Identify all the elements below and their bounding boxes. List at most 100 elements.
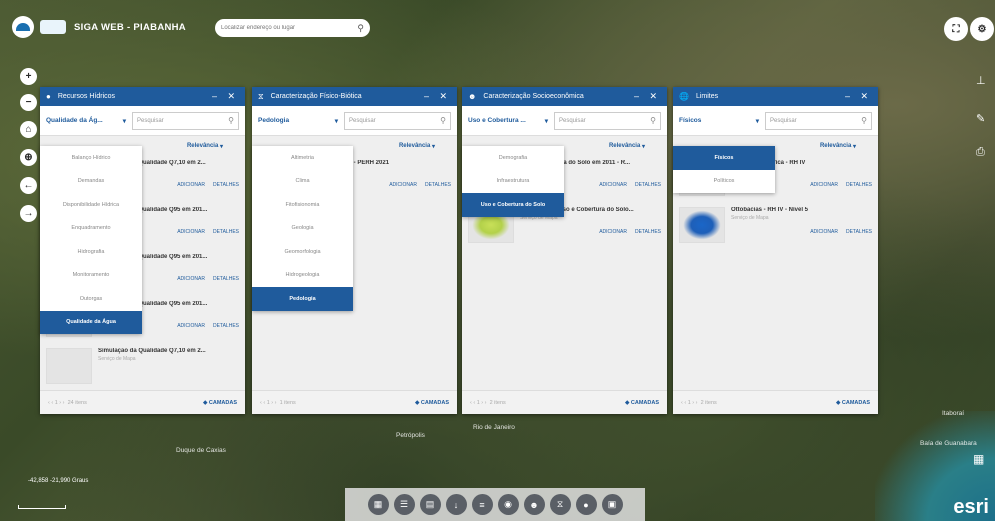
item-subtitle: Serviço de Mapa <box>98 356 136 362</box>
hourglass-icon[interactable]: ⧖ <box>549 494 571 515</box>
panel-footer: ‹ ‹ 1 › › 1 itens ◆ CAMADAS <box>252 390 457 414</box>
panel-caracterizacao-fisico-biotica: ⧖ Caracterização Físico-Biótica – ✕ Pedo… <box>252 87 457 414</box>
search-icon[interactable]: ⚲ <box>357 23 364 34</box>
details-button[interactable]: DETALHES <box>213 323 239 329</box>
add-button[interactable]: ADICIONAR <box>599 182 627 188</box>
zoom-in-icon[interactable]: + <box>20 68 37 85</box>
search-icon[interactable]: ⚲ <box>650 116 656 125</box>
dropdown-option[interactable]: Demografia <box>462 146 564 170</box>
dropdown-option[interactable]: Disponibilidade Hídrica <box>40 193 142 217</box>
dropdown-option[interactable]: Hidrogeologia <box>252 264 353 288</box>
panel-recursos-hidricos: ● Recursos Hídricos – ✕ Qualidade da Ág.… <box>40 87 245 414</box>
table-icon[interactable]: ▤ <box>419 494 441 515</box>
dropdown-option-selected[interactable]: Uso e Cobertura do Solo <box>462 193 564 217</box>
category-select[interactable]: Pedologia ▾ <box>258 117 338 125</box>
category-select[interactable]: Físicos ▾ <box>679 117 759 125</box>
map-label: Rio de Janeiro <box>473 424 515 431</box>
layers-button[interactable]: ◆ CAMADAS <box>625 400 659 406</box>
app-header: SIGA WEB - PIABANHA <box>12 16 186 38</box>
category-select[interactable]: Qualidade da Ág... ▾ <box>46 117 126 125</box>
list-item[interactable]: Simulação da Qualidade Q7,10 em 2... Serv… <box>40 344 245 391</box>
bottom-toolbar: ▦ ☰ ▤ ↓ ≡ ◉ ☻ ⧖ ● ▣ <box>345 488 645 521</box>
download-icon[interactable]: ↓ <box>445 494 467 515</box>
dropdown-option-selected[interactable]: Qualidade da Água <box>40 310 142 334</box>
layers-button[interactable]: ◆ CAMADAS <box>836 400 870 406</box>
dropdown-option[interactable]: Fitofisionomia <box>252 193 353 217</box>
details-button[interactable]: DETALHES <box>635 182 661 188</box>
locate-icon[interactable]: ⊕ <box>20 149 37 166</box>
item-count: 2 itens <box>489 399 506 406</box>
details-button[interactable]: DETALHES <box>213 229 239 235</box>
dropdown-option[interactable]: Infraestrutura <box>462 170 564 194</box>
panel-search-input[interactable]: Pesquisar ⚲ <box>132 111 239 130</box>
dropdown-option[interactable]: Balanço Hídrico <box>40 146 142 170</box>
pagination-icon[interactable]: ‹ ‹ 1 › › <box>470 400 490 406</box>
details-button[interactable]: DETALHES <box>213 276 239 282</box>
add-button[interactable]: ADICIONAR <box>810 182 838 188</box>
dropdown-option[interactable]: Monitoramento <box>40 264 142 288</box>
address-search-box[interactable]: ⚲ <box>215 19 370 37</box>
dropdown-option[interactable]: Altimetria <box>252 146 353 170</box>
layers-button[interactable]: ◆ CAMADAS <box>415 400 449 406</box>
dropdown-option[interactable]: Demandas <box>40 170 142 194</box>
add-button[interactable]: ADICIONAR <box>177 182 205 188</box>
list-icon[interactable]: ≡ <box>471 494 493 515</box>
draw-icon[interactable]: ✎ <box>976 112 985 125</box>
panel-search-input[interactable]: Pesquisar ⚲ <box>344 111 451 130</box>
pagination-icon[interactable]: ‹ ‹ 1 › › <box>48 400 68 406</box>
details-button[interactable]: DETALHES <box>846 182 872 188</box>
panel-search-input[interactable]: Pesquisar ⚲ <box>765 111 872 130</box>
layers-button[interactable]: ◆ CAMADAS <box>203 400 237 406</box>
panel-window-controls[interactable]: – ✕ <box>424 91 451 102</box>
dropdown-option[interactable]: Outorgas <box>40 287 142 311</box>
home-icon[interactable]: ⌂ <box>20 121 37 138</box>
document-icon[interactable]: ▣ <box>601 494 623 515</box>
globe-icon[interactable]: ◉ <box>497 494 519 515</box>
details-button[interactable]: DETALHES <box>425 182 451 188</box>
grid-icon[interactable]: ▦ <box>367 494 389 515</box>
drop-icon[interactable]: ● <box>575 494 597 515</box>
pagination-icon[interactable]: ‹ ‹ 1 › › <box>681 400 701 406</box>
users-icon[interactable]: ☻ <box>523 494 545 515</box>
print-icon[interactable]: ⎙ <box>976 146 985 159</box>
search-icon[interactable]: ⚲ <box>228 116 234 125</box>
dropdown-option[interactable]: Hidrografia <box>40 240 142 264</box>
address-search-input[interactable] <box>221 25 346 31</box>
panel-window-controls[interactable]: – ✕ <box>634 91 661 102</box>
panel-window-controls[interactable]: – ✕ <box>212 91 239 102</box>
fullscreen-icon[interactable]: ⛶ <box>944 17 968 41</box>
measure-icon[interactable]: ⊥ <box>976 74 986 87</box>
details-button[interactable]: DETALHES <box>213 182 239 188</box>
panel-search-input[interactable]: Pesquisar ⚲ <box>554 111 661 130</box>
item-count: 1 itens <box>279 399 296 406</box>
dropdown-option-selected[interactable]: Pedologia <box>252 287 353 311</box>
settings-icon[interactable]: ⚙ <box>970 17 994 41</box>
pagination-icon[interactable]: ‹ ‹ 1 › › <box>260 400 280 406</box>
basemap-gallery-icon[interactable]: ▦ <box>973 452 984 466</box>
details-button[interactable]: DETALHES <box>846 229 872 235</box>
add-button[interactable]: ADICIONAR <box>599 229 627 235</box>
dropdown-option[interactable]: Políticos <box>673 170 775 194</box>
add-button[interactable]: ADICIONAR <box>177 323 205 329</box>
dropdown-option[interactable]: Geologia <box>252 217 353 241</box>
add-button[interactable]: ADICIONAR <box>810 229 838 235</box>
layers-icon[interactable]: ☰ <box>393 494 415 515</box>
dropdown-option-selected[interactable]: Físicos <box>673 146 775 170</box>
previous-extent-icon[interactable]: ← <box>20 177 37 194</box>
add-button[interactable]: ADICIONAR <box>177 276 205 282</box>
list-item[interactable]: Ottobacias - RH IV - Nível 5 Serviço de M… <box>673 203 878 250</box>
dropdown-option[interactable]: Geomorfologia <box>252 240 353 264</box>
dropdown-option[interactable]: Clima <box>252 170 353 194</box>
search-icon[interactable]: ⚲ <box>440 116 446 125</box>
chevron-down-icon: ▾ <box>334 117 338 125</box>
next-extent-icon[interactable]: → <box>20 205 37 222</box>
add-button[interactable]: ADICIONAR <box>177 229 205 235</box>
zoom-out-icon[interactable]: − <box>20 94 37 111</box>
add-button[interactable]: ADICIONAR <box>389 182 417 188</box>
panel-title: Recursos Hídricos <box>57 93 116 100</box>
category-select[interactable]: Uso e Cobertura ... ▾ <box>468 117 548 125</box>
search-icon[interactable]: ⚲ <box>861 116 867 125</box>
dropdown-option[interactable]: Enquadramento <box>40 217 142 241</box>
panel-window-controls[interactable]: – ✕ <box>845 91 872 102</box>
details-button[interactable]: DETALHES <box>635 229 661 235</box>
